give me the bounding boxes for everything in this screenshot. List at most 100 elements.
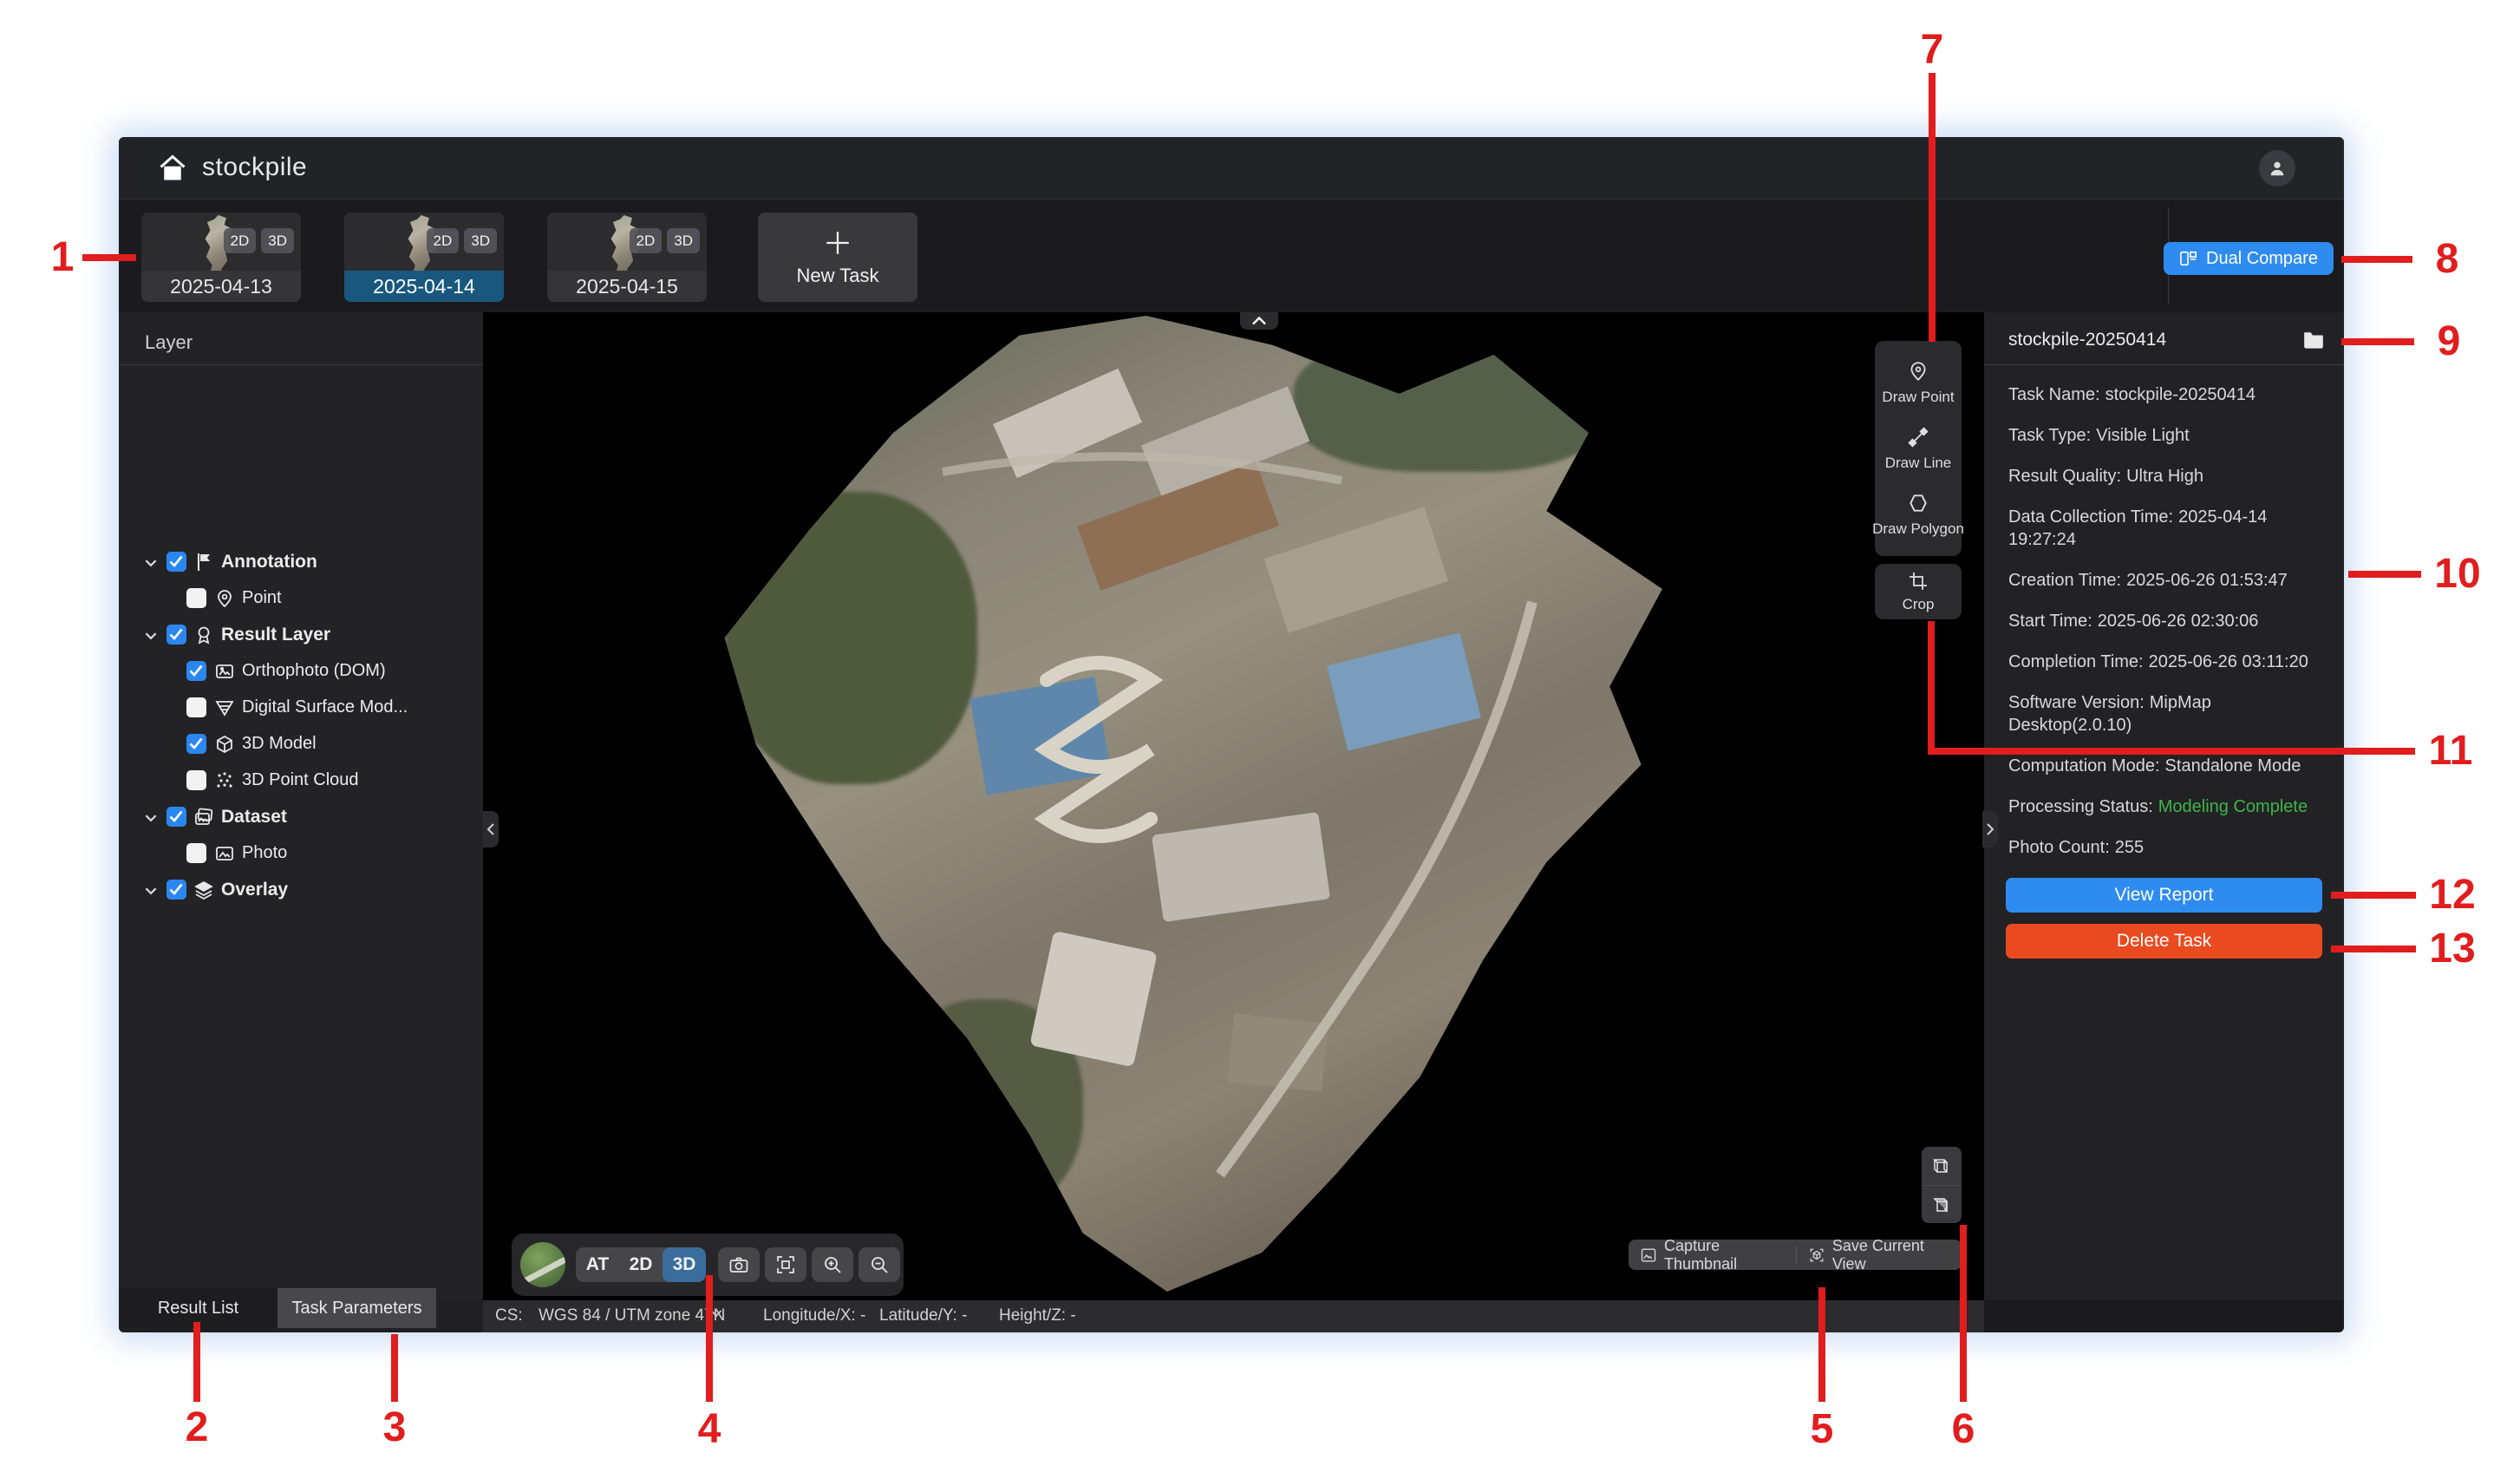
screenshot-button[interactable]: [718, 1247, 760, 1282]
layer-row-photo[interactable]: Photo: [119, 836, 483, 871]
draw-line-icon: [1907, 426, 1929, 448]
annotation-number-8: 8: [2436, 239, 2459, 280]
crs-selector[interactable]: WGS 84 / UTM zone 47N: [539, 1306, 725, 1325]
badge-3d: 3D: [261, 228, 294, 253]
task-card-2025-04-15[interactable]: 2D 3D 2025-04-15: [547, 213, 707, 302]
layer-row-annotation[interactable]: Annotation: [119, 545, 483, 579]
chevron-down-icon[interactable]: [143, 883, 159, 899]
layer-row-dsm[interactable]: Digital Surface Mod...: [119, 690, 483, 725]
field-completion-time: Completion Time:2025-06-26 03:11:20: [2008, 651, 2321, 673]
checkbox-photo[interactable]: [186, 843, 206, 863]
chevron-right-icon: [1986, 823, 1994, 835]
task-card-2025-04-14-selected[interactable]: 2D 3D 2025-04-14: [344, 213, 504, 302]
solid-cube-icon[interactable]: [1922, 1186, 1962, 1223]
checkbox-overlay[interactable]: [166, 880, 186, 900]
dual-compare-button[interactable]: Dual Compare: [2164, 242, 2334, 275]
layer-row-3d-model[interactable]: 3D Model: [119, 727, 483, 762]
checkbox-3d-model[interactable]: [186, 734, 206, 754]
pointcloud-icon: [214, 770, 235, 791]
divider: [1984, 364, 2344, 365]
task-card-2025-04-13[interactable]: 2D 3D 2025-04-13: [141, 213, 301, 302]
capture-bar: Capture Thumbnail Save Current View: [1629, 1240, 1962, 1270]
zoom-in-icon: [822, 1254, 843, 1275]
user-avatar[interactable]: [2259, 150, 2295, 187]
annotation-line-3: [391, 1334, 398, 1402]
checkbox-point[interactable]: [186, 588, 206, 608]
view-mode-at[interactable]: AT: [576, 1247, 619, 1282]
annotation-line-6: [1960, 1225, 1967, 1402]
layer-row-result-layer[interactable]: Result Layer: [119, 618, 483, 652]
view-mode-2d[interactable]: 2D: [619, 1247, 663, 1282]
field-result-quality: Result Quality:Ultra High: [2008, 465, 2321, 488]
orthophoto-map: [682, 316, 1736, 1292]
field-processing-status: Processing Status:Modeling Complete: [2008, 795, 2321, 818]
annotation-line-11-horizontal: [1928, 748, 2415, 755]
divider: [119, 364, 483, 365]
annotation-line-10: [2348, 571, 2421, 578]
layer-label: Digital Surface Mod...: [242, 697, 408, 717]
app-window: stockpile 2D 3D 2025-04-13 2D 3D: [119, 137, 2344, 1332]
field-start-time: Start Time:2025-06-26 02:30:06: [2008, 610, 2321, 632]
draw-point-label: Draw Point: [1882, 389, 1954, 406]
badge-icon: [193, 625, 214, 645]
folder-icon[interactable]: [2302, 330, 2325, 349]
zoom-in-button[interactable]: [812, 1247, 853, 1282]
cs-label: CS:: [495, 1306, 523, 1325]
project-title: stockpile: [202, 153, 307, 182]
layer-row-point[interactable]: Point: [119, 581, 483, 616]
checkbox-dsm[interactable]: [186, 697, 206, 717]
annotation-line-11-vertical: [1928, 621, 1935, 751]
zoom-extent-button[interactable]: [765, 1247, 806, 1282]
new-task-button[interactable]: New Task: [758, 213, 917, 302]
zoom-out-button[interactable]: [858, 1247, 900, 1282]
crop-button[interactable]: Crop: [1875, 564, 1962, 619]
layer-row-3d-point-cloud[interactable]: 3D Point Cloud: [119, 763, 483, 798]
collapse-right-panel-handle[interactable]: [1982, 811, 1998, 847]
task-parameters-panel: stockpile-20250414 Task Name:stockpile-2…: [1984, 312, 2344, 1300]
draw-toolbar: Draw Point Draw Line Draw Polygon: [1875, 341, 1962, 556]
annotation-line-7: [1929, 73, 1936, 342]
capture-thumbnail-button[interactable]: Capture Thumbnail: [1629, 1240, 1796, 1270]
chevron-down-icon[interactable]: [143, 555, 159, 571]
layer-label: Point: [242, 588, 282, 608]
home-icon[interactable]: [157, 153, 188, 184]
chevron-left-icon: [486, 823, 495, 835]
crop-icon: [1908, 571, 1929, 592]
field-task-name: Task Name:stockpile-20250414: [2008, 383, 2321, 406]
checkbox-dataset[interactable]: [166, 807, 186, 827]
layer-row-overlay[interactable]: Overlay: [119, 873, 483, 907]
plus-icon: [823, 228, 852, 258]
layer-row-orthophoto[interactable]: Orthophoto (DOM): [119, 654, 483, 689]
new-task-label: New Task: [797, 265, 879, 287]
basemap-thumbnail[interactable]: [520, 1242, 565, 1287]
checkbox-result-layer[interactable]: [166, 625, 186, 645]
draw-point-button[interactable]: Draw Point: [1875, 350, 1962, 416]
chevron-down-icon[interactable]: [143, 810, 159, 826]
delete-task-button[interactable]: Delete Task: [2006, 924, 2322, 959]
task-panel-title: stockpile-20250414: [2008, 330, 2166, 350]
checkbox-3d-point-cloud[interactable]: [186, 770, 206, 790]
layer-row-dataset[interactable]: Dataset: [119, 800, 483, 834]
wireframe-cube-icon[interactable]: [1922, 1147, 1962, 1185]
checkbox-orthophoto[interactable]: [186, 661, 206, 681]
status-badge: Modeling Complete: [2158, 797, 2308, 816]
draw-polygon-button[interactable]: Draw Polygon: [1875, 481, 1962, 547]
save-current-view-button[interactable]: Save Current View: [1797, 1240, 1962, 1270]
draw-point-icon: [1907, 360, 1929, 383]
layer-panel-title: Layer: [145, 331, 193, 354]
collapse-left-panel-handle[interactable]: [483, 811, 499, 847]
collapse-top-handle[interactable]: [1240, 312, 1278, 330]
annotation-number-4: 4: [698, 1409, 721, 1450]
tab-task-parameters[interactable]: Task Parameters: [277, 1288, 436, 1328]
annotation-number-3: 3: [383, 1407, 407, 1449]
annotation-number-5: 5: [1811, 1409, 1834, 1450]
draw-line-button[interactable]: Draw Line: [1875, 416, 1962, 481]
photos-icon: [193, 807, 214, 828]
checkbox-annotation[interactable]: [166, 552, 186, 572]
layer-panel: Layer Annotation Point Result Layer: [119, 312, 483, 1300]
chevron-down-icon[interactable]: [143, 628, 159, 644]
view-report-button[interactable]: View Report: [2006, 878, 2322, 913]
map-viewport[interactable]: Draw Point Draw Line Draw Polygon Crop: [483, 312, 1984, 1300]
view-mode-3d[interactable]: 3D: [663, 1247, 706, 1282]
task-date-label: 2025-04-15: [547, 271, 707, 302]
